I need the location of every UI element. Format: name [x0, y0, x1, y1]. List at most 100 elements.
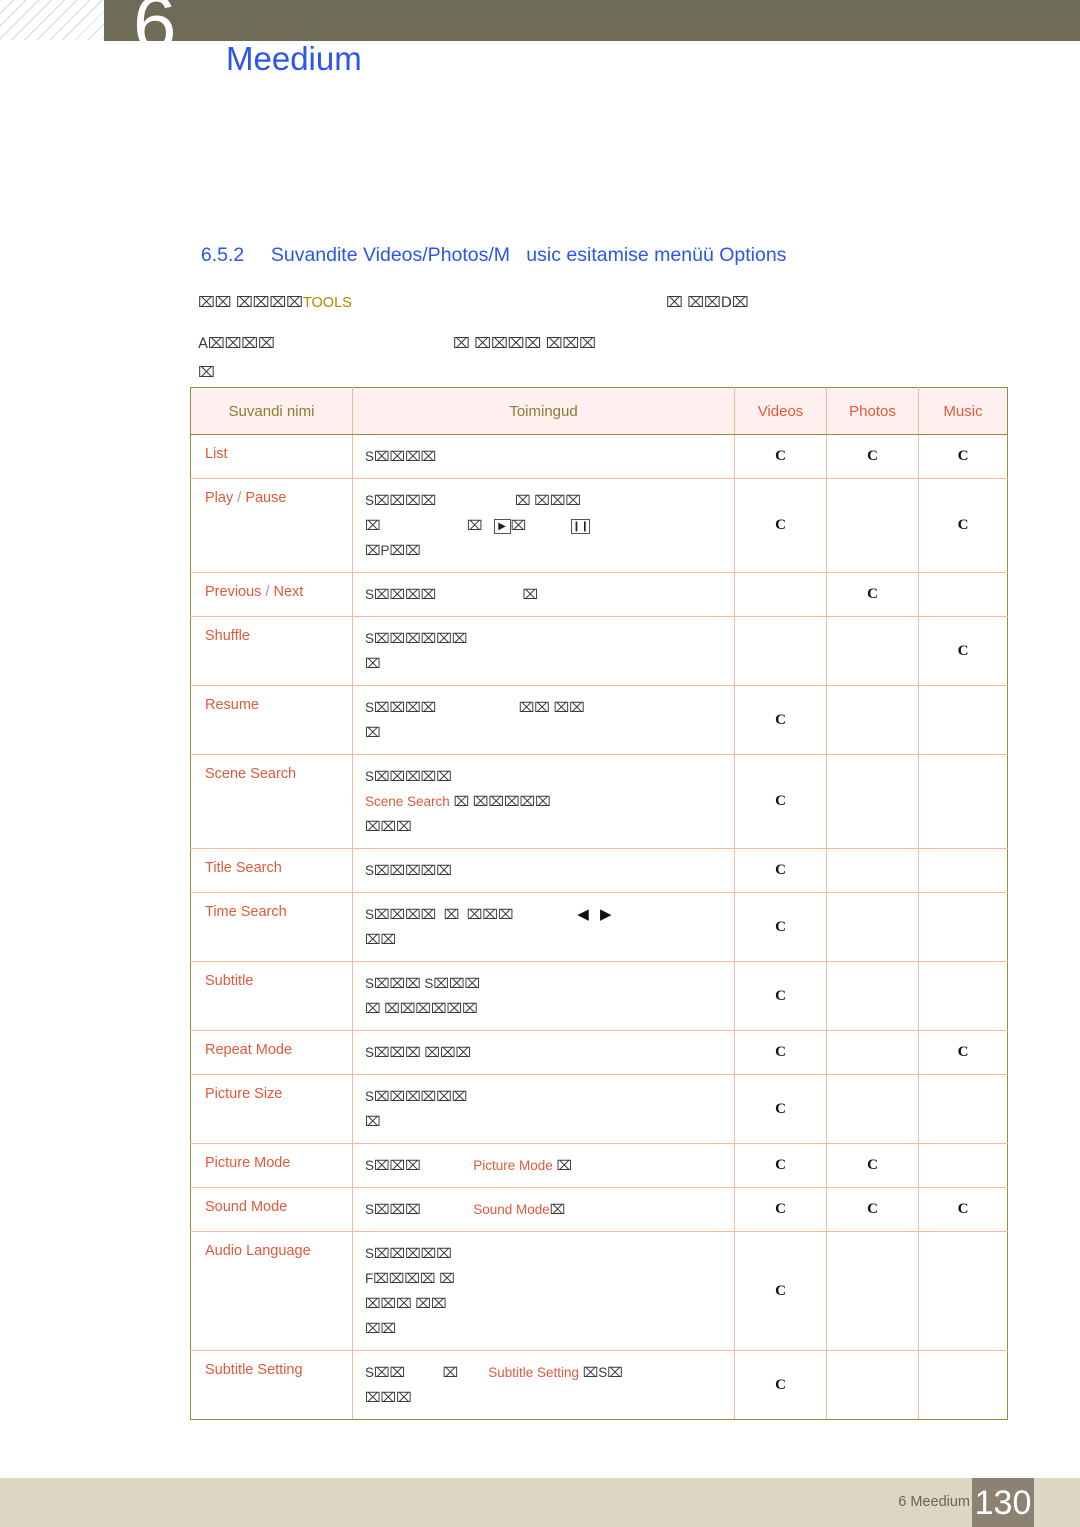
music-support-cell	[918, 1231, 1008, 1351]
option-actions-cell: S⌧⌧ ⌧ Subtitle Setting ⌧S⌧ ⌧⌧⌧	[352, 1350, 735, 1420]
photos-support-cell	[826, 1231, 919, 1351]
table-row: Shuffle S⌧⌧⌧⌧⌧⌧ ⌧ C	[190, 616, 1008, 686]
action-line: S⌧⌧ ⌧ Subtitle Setting ⌧S⌧	[365, 1360, 734, 1385]
action-text: ⌧⌧⌧ ⌧⌧	[365, 1296, 447, 1311]
photos-support-cell	[826, 892, 919, 962]
intro-line-1-right-text: ⌧ ⌧⌧D⌧	[666, 295, 749, 311]
action-text: ⌧	[365, 656, 381, 671]
action-line: Scene Search ⌧ ⌧⌧⌧⌧⌧	[365, 789, 734, 814]
videos-support-cell: C	[734, 1350, 827, 1420]
action-line: S⌧⌧⌧ Sound Mode⌧	[365, 1197, 734, 1222]
photos-support-cell	[826, 685, 919, 755]
action-text: ⌧	[510, 518, 572, 533]
action-text: ⌧	[556, 1158, 573, 1173]
option-name-cell: Previous / Next	[190, 572, 353, 617]
photos-support-cell: C	[826, 572, 919, 617]
photos-support-cell	[826, 1030, 919, 1075]
intro-line-1-right: ⌧ ⌧⌧D⌧	[658, 273, 749, 313]
photos-support-cell: C	[826, 434, 919, 479]
option-actions-cell: S⌧⌧⌧⌧⌧	[352, 848, 735, 893]
action-text: ⌧	[365, 1114, 381, 1129]
action-line: ⌧⌧⌧	[365, 814, 734, 839]
option-name-cell: Audio Language	[190, 1231, 353, 1351]
option-actions-cell: S⌧⌧⌧ S⌧⌧⌧ ⌧ ⌧⌧⌧⌧⌧⌧	[352, 961, 735, 1031]
action-line: S⌧⌧⌧⌧⌧⌧	[365, 1084, 734, 1109]
action-text: ⌧ ⌧⌧⌧⌧⌧⌧	[365, 1001, 478, 1016]
table-row: Time Search S⌧⌧⌧⌧ ⌧ ⌧⌧⌧ ◀ ▶ ⌧⌧ C	[190, 892, 1008, 962]
option-name-cell: Sound Mode	[190, 1187, 353, 1232]
footer-label: 6 Meedium	[898, 1494, 970, 1510]
videos-support-cell: C	[734, 1143, 827, 1188]
option-name-text: Subtitle Setting	[205, 1362, 303, 1378]
option-name-cell: Time Search	[190, 892, 353, 962]
action-line: ⌧⌧⌧	[365, 1385, 734, 1410]
option-actions-cell: S⌧⌧⌧⌧	[352, 434, 735, 479]
option-actions-cell: S⌧⌧⌧ Picture Mode ⌧	[352, 1143, 735, 1188]
action-text: S⌧⌧⌧⌧⌧	[365, 863, 452, 878]
table-row: Picture Mode S⌧⌧⌧ Picture Mode ⌧ C C	[190, 1143, 1008, 1188]
action-line: S⌧⌧⌧⌧⌧⌧	[365, 626, 734, 651]
chapter-number: 6	[133, 0, 177, 67]
option-name-cell: Title Search	[190, 848, 353, 893]
action-line: ⌧	[365, 1109, 734, 1134]
option-name-text: Play	[205, 490, 234, 506]
action-line: S⌧⌧⌧ ⌧⌧⌧	[365, 1040, 734, 1065]
action-highlight-text: Sound Mode	[473, 1202, 550, 1217]
options-table: Suvandi nimi Toimingud Videos Photos Mus…	[190, 387, 1008, 1420]
action-text: ⌧	[365, 725, 381, 740]
option-name-text: Resume	[205, 697, 259, 713]
action-highlight-text: Picture Mode	[473, 1158, 557, 1173]
action-text: S⌧⌧ ⌧	[365, 1365, 489, 1380]
action-text: S⌧⌧⌧⌧ ⌧⌧ ⌧⌧	[365, 700, 585, 715]
videos-support-cell: C	[734, 1074, 827, 1144]
option-name-text: Repeat Mode	[205, 1042, 293, 1058]
option-actions-cell: S⌧⌧⌧ Sound Mode⌧	[352, 1187, 735, 1232]
option-name-cell: Picture Mode	[190, 1143, 353, 1188]
table-row: Previous / Next S⌧⌧⌧⌧ ⌧ C	[190, 572, 1008, 617]
col-header-videos: Videos	[734, 387, 827, 435]
photos-support-cell: C	[826, 1143, 919, 1188]
option-name-cell: Scene Search	[190, 754, 353, 849]
music-support-cell	[918, 848, 1008, 893]
table-head: Suvandi nimi Toimingud Videos Photos Mus…	[190, 387, 1008, 435]
option-actions-cell: S⌧⌧⌧ ⌧⌧⌧	[352, 1030, 735, 1075]
option-name-cell: Subtitle	[190, 961, 353, 1031]
table-row: Subtitle S⌧⌧⌧ S⌧⌧⌧ ⌧ ⌧⌧⌧⌧⌧⌧ C	[190, 961, 1008, 1031]
photos-support-cell	[826, 754, 919, 849]
action-highlight-text: Subtitle Setting	[488, 1365, 583, 1380]
table-row: Subtitle Setting S⌧⌧ ⌧ Subtitle Setting ⌧…	[190, 1350, 1008, 1420]
col-header-actions: Toimingud	[352, 387, 735, 435]
music-support-cell: C	[918, 616, 1008, 686]
section-number: 6.5.2	[200, 244, 245, 266]
videos-support-cell: C	[734, 754, 827, 849]
videos-support-cell	[734, 616, 827, 686]
option-actions-cell: S⌧⌧⌧⌧ ⌧ ⌧⌧⌧ ⌧ ⌧ ▶ ⌧ ❙❙ ⌧P⌧⌧	[352, 478, 735, 573]
option-name-cell: Play / Pause	[190, 478, 353, 573]
option-name-text: Title Search	[205, 860, 282, 876]
action-line: S⌧⌧⌧⌧ ⌧	[365, 582, 734, 607]
option-actions-cell: S⌧⌧⌧⌧ ⌧⌧ ⌧⌧ ⌧	[352, 685, 735, 755]
intro-line-3-text: ⌧	[198, 365, 215, 381]
action-line: ⌧ ⌧ ▶ ⌧ ❙❙	[365, 513, 734, 538]
table-row: Resume S⌧⌧⌧⌧ ⌧⌧ ⌧⌧ ⌧ C	[190, 685, 1008, 755]
option-name-cell: Shuffle	[190, 616, 353, 686]
videos-support-cell: C	[734, 892, 827, 962]
col-header-photos: Photos	[826, 387, 919, 435]
music-support-cell	[918, 572, 1008, 617]
table-row: Play / Pause S⌧⌧⌧⌧ ⌧ ⌧⌧⌧ ⌧ ⌧ ▶ ⌧ ❙❙ ⌧P⌧⌧ C C	[190, 478, 1008, 573]
action-text: S⌧⌧⌧ ⌧⌧⌧	[365, 1045, 472, 1060]
col-header-option-name: Suvandi nimi	[190, 387, 353, 435]
action-text: ⌧ ⌧	[365, 518, 494, 533]
chapter-header-bar	[104, 0, 1080, 41]
action-text: S⌧⌧⌧⌧ ⌧ ⌧⌧⌧	[365, 493, 581, 508]
intro-line-2-right-text: ⌧ ⌧⌧⌧⌧ ⌧⌧⌧	[453, 336, 596, 352]
videos-support-cell: C	[734, 961, 827, 1031]
action-text: ⌧⌧⌧	[365, 819, 412, 834]
photos-support-cell	[826, 1074, 919, 1144]
option-actions-cell: S⌧⌧⌧⌧ ⌧ ⌧⌧⌧ ◀ ▶ ⌧⌧	[352, 892, 735, 962]
action-text: S⌧⌧⌧⌧⌧	[365, 769, 452, 784]
option-name-text: Scene Search	[205, 766, 297, 782]
col-header-music: Music	[918, 387, 1008, 435]
action-text: ⌧ ⌧⌧⌧⌧⌧	[453, 794, 551, 809]
action-text: S⌧⌧⌧⌧ ⌧	[365, 587, 539, 602]
